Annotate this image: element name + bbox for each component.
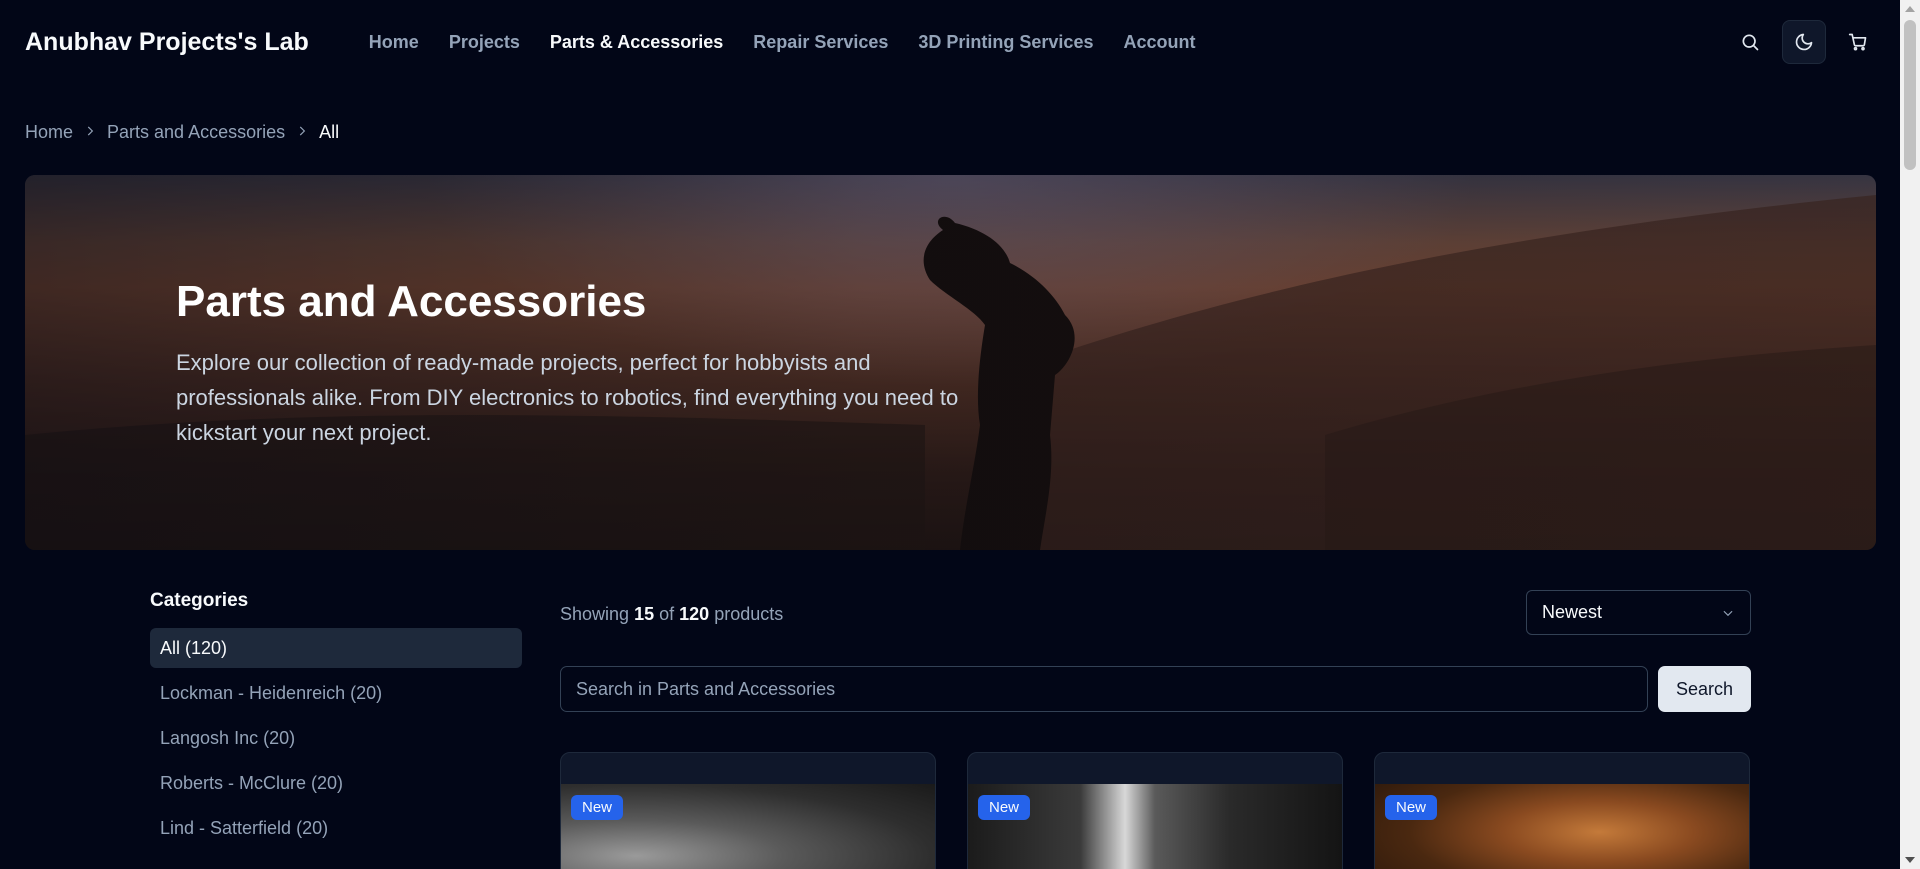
new-badge: New [1385,795,1438,820]
search-submit-button[interactable]: Search [1658,666,1751,712]
showing-prefix: Showing [560,604,630,624]
new-badge: New [571,795,624,820]
scroll-down-arrow[interactable] [1905,857,1915,863]
sort-select[interactable]: Newest [1526,590,1751,635]
product-grid: New New New [560,752,1751,869]
cart-button[interactable] [1836,20,1880,64]
page: Anubhav Projects's Lab Home Projects Par… [0,0,1900,869]
nav-3d-printing-services[interactable]: 3D Printing Services [918,32,1093,53]
showing-total: 120 [679,604,710,624]
product-card[interactable]: New [560,752,936,869]
breadcrumb-home[interactable]: Home [25,122,73,143]
showing-suffix: products [714,604,784,624]
products-section: Showing 15 of 120 products Newest Search… [560,590,1751,869]
search-icon [1742,34,1759,51]
nav-repair-services[interactable]: Repair Services [753,32,888,53]
showing-count-text: Showing 15 of 120 products [560,604,783,625]
cart-icon [1848,33,1867,51]
hero-title: Parts and Accessories [176,277,647,326]
breadcrumb-current: All [319,122,340,142]
category-roberts-mcclure[interactable]: Roberts - McClure (20) [150,763,522,803]
chevron-right-icon [83,122,97,143]
site-header: Anubhav Projects's Lab Home Projects Par… [0,0,1900,84]
search-button[interactable] [1728,20,1772,64]
nav-projects[interactable]: Projects [449,32,520,53]
category-lind-satterfield[interactable]: Lind - Satterfield (20) [150,808,522,848]
theme-toggle-button[interactable] [1782,20,1826,64]
breadcrumb: Home Parts and Accessories All [25,122,339,143]
categories-sidebar: Categories All (120) Lockman - Heidenrei… [150,590,522,853]
nav-account[interactable]: Account [1123,32,1195,53]
product-search-input[interactable] [560,666,1648,712]
category-langosh-inc[interactable]: Langosh Inc (20) [150,718,522,758]
product-card[interactable]: New [967,752,1343,869]
category-lockman-heidenreich[interactable]: Lockman - Heidenreich (20) [150,673,522,713]
hero-description: Explore our collection of ready-made pro… [176,350,959,445]
hero-banner: Parts and Accessories Explore our collec… [25,175,1876,550]
header-actions [1728,20,1880,64]
chevron-right-icon [295,122,309,143]
product-search-row: Search [560,666,1751,712]
products-toolbar: Showing 15 of 120 products Newest [560,590,1751,635]
main-nav: Home Projects Parts & Accessories Repair… [369,32,1196,53]
scroll-up-arrow[interactable] [1905,6,1915,12]
breadcrumb-parts-accessories[interactable]: Parts and Accessories [107,122,285,143]
chevron-down-icon [1723,610,1733,616]
showing-of: of [659,604,675,624]
moon-icon [1795,33,1813,51]
product-card[interactable]: New [1374,752,1750,869]
showing-count: 15 [634,604,655,624]
new-badge: New [978,795,1031,820]
sort-value: Newest [1542,602,1603,622]
scrollbar-thumb[interactable] [1904,20,1916,170]
nav-parts-accessories[interactable]: Parts & Accessories [550,32,723,53]
categories-title: Categories [150,590,249,611]
brand-logo[interactable]: Anubhav Projects's Lab [25,28,309,57]
page-scrollbar[interactable] [1900,0,1920,869]
category-all[interactable]: All (120) [150,628,522,668]
nav-home[interactable]: Home [369,32,419,53]
